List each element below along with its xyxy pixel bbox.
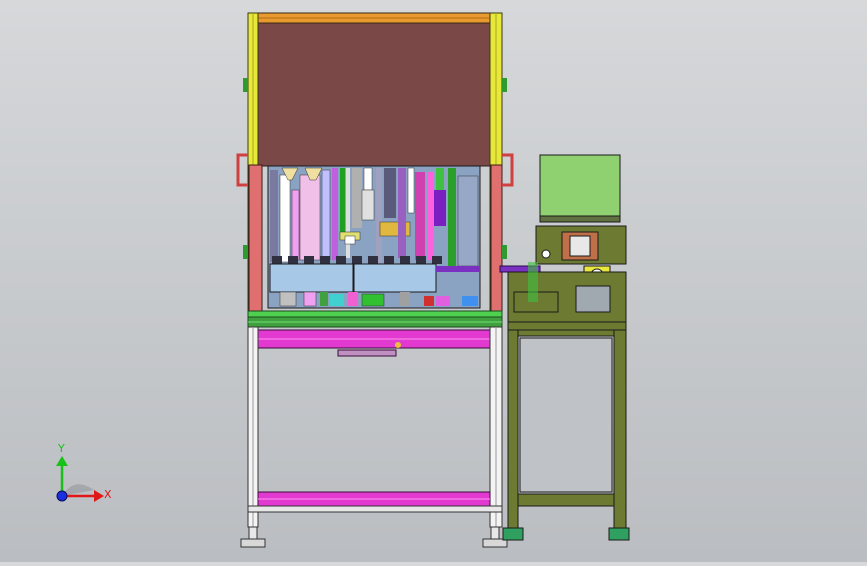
left-handle[interactable]	[236, 153, 248, 187]
conveyor-block-right	[353, 263, 437, 293]
left-side-panel	[248, 164, 263, 314]
control-box	[539, 154, 621, 220]
conveyor-block-left	[269, 263, 354, 293]
axis-triad-icon: Y X	[56, 442, 112, 502]
machine-drawing	[236, 12, 630, 548]
right-handle[interactable]	[502, 153, 514, 187]
side-feet	[502, 527, 630, 541]
side-table-frame	[507, 321, 627, 331]
cad-viewport[interactable]: Y X	[0, 0, 867, 562]
roller-row	[272, 256, 442, 264]
right-side-panel	[490, 164, 503, 314]
foot-left	[240, 526, 266, 548]
x-axis-label: X	[104, 488, 112, 501]
upper-cover-panel	[257, 21, 491, 167]
middle-green-beam	[247, 310, 503, 318]
y-axis-label: Y	[57, 442, 65, 455]
drawer-handle[interactable]	[337, 349, 397, 357]
